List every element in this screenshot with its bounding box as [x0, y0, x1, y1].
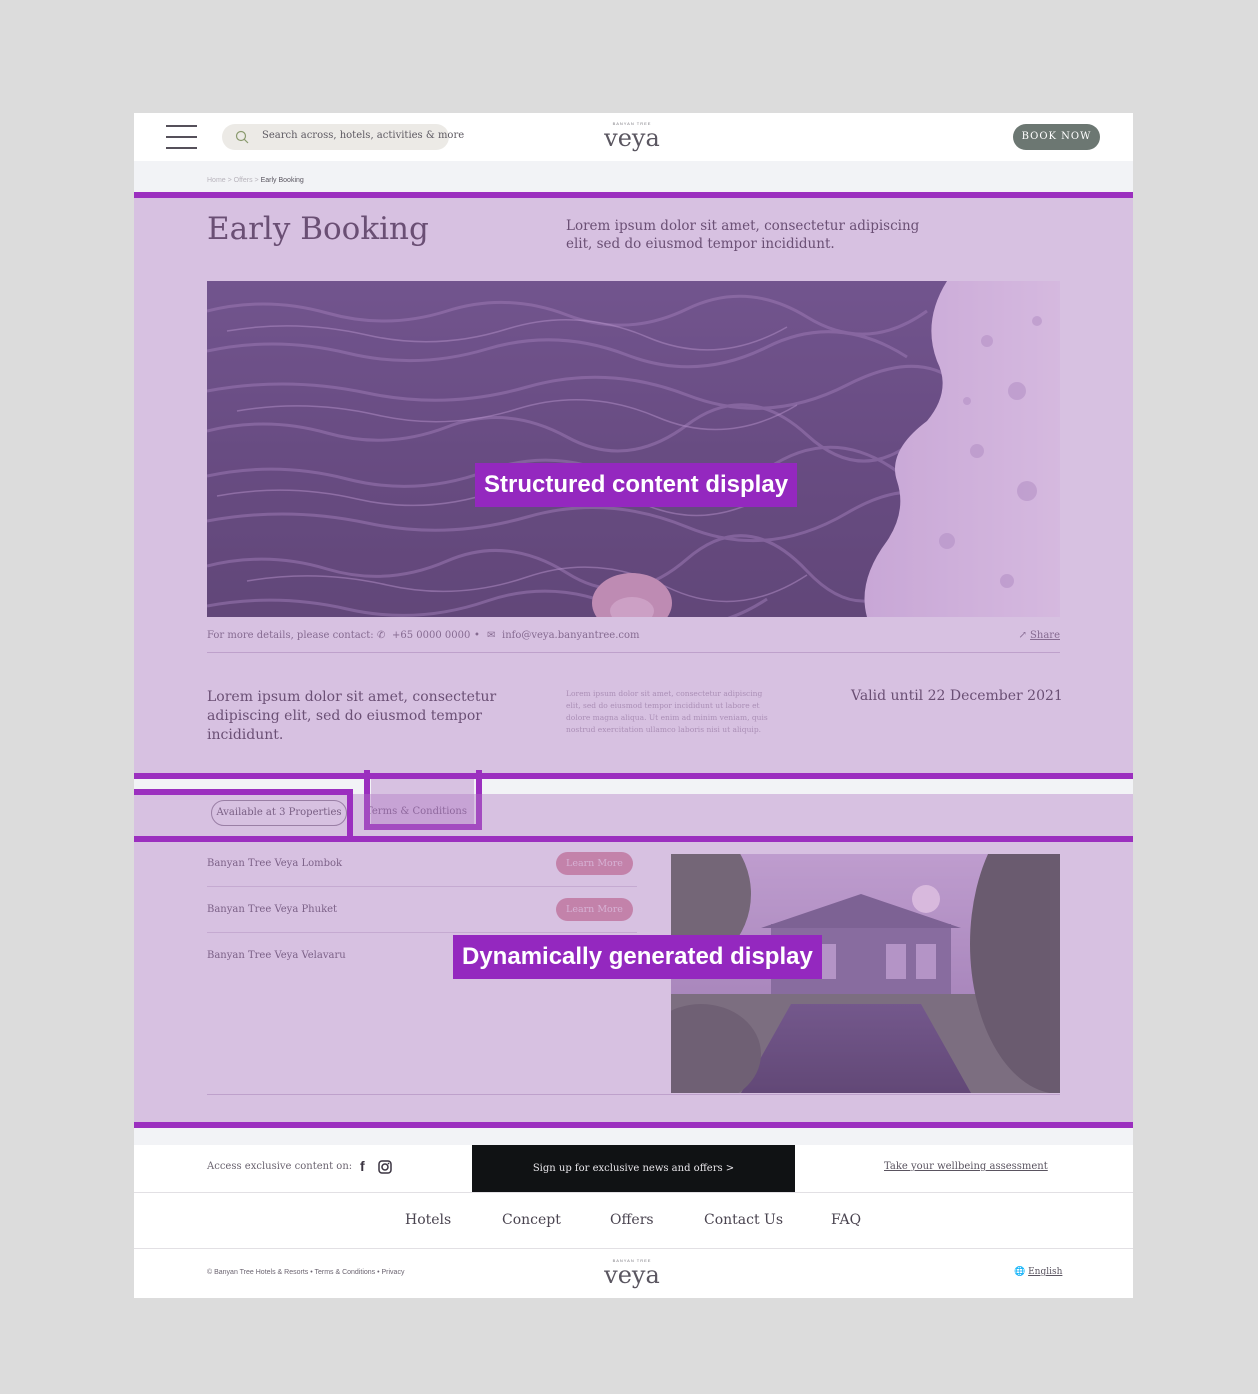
search-bar[interactable]: Search across, hotels, activities & more — [222, 124, 464, 150]
learn-more-button[interactable]: Learn More — [556, 852, 633, 875]
footer-logo[interactable]: BANYAN TREE veya — [602, 1258, 662, 1287]
phone-icon: ✆ — [377, 630, 386, 641]
footer-logo-text: veya — [604, 1261, 660, 1289]
footer-bottom: © Banyan Tree Hotels & Resorts • Terms &… — [134, 1249, 1133, 1298]
share-label: Share — [1030, 630, 1060, 641]
newsletter-text: Sign up for exclusive news and offers > — [532, 1163, 735, 1174]
book-now-button[interactable]: BOOK NOW — [1013, 124, 1100, 150]
breadcrumb-home[interactable]: Home — [207, 177, 226, 184]
contact-row: For more details, please contact: ✆ +65 … — [207, 627, 1060, 653]
detail-body: Lorem ipsum dolor sit amet, consectetur … — [566, 689, 768, 734]
learn-more-button[interactable]: Learn More — [556, 898, 633, 921]
footer-nav-faq[interactable]: FAQ — [831, 1212, 861, 1228]
breadcrumb-separator: > — [252, 177, 261, 184]
footer-nav-concept[interactable]: Concept — [502, 1212, 561, 1228]
newsletter-signup-banner[interactable]: Sign up for exclusive news and offers > — [472, 1145, 795, 1192]
footer-nav-offers[interactable]: Offers — [610, 1212, 654, 1228]
search-icon — [235, 130, 249, 144]
share-icon: ↗ — [1018, 630, 1027, 641]
breadcrumb-separator: > — [225, 177, 234, 184]
detail-heading: Lorem ipsum dolor sit amet, consectetur … — [207, 689, 497, 743]
contact-label: For more details, please contact: — [207, 630, 374, 641]
tab-properties[interactable]: Available at 3 Properties — [211, 800, 347, 826]
breadcrumb-current: Early Booking — [260, 177, 304, 184]
tab-terms[interactable]: Terms & Conditions — [366, 800, 476, 826]
hamburger-menu-icon[interactable] — [166, 125, 197, 149]
share-button[interactable]: ↗ Share — [1018, 630, 1060, 641]
header: Search across, hotels, activities & more… — [134, 113, 1133, 161]
facebook-icon[interactable]: f — [360, 1158, 365, 1174]
social-label: Access exclusive content on: — [207, 1161, 353, 1172]
dynamic-region-border — [347, 789, 353, 842]
search-placeholder: Search across, hotels, activities & more — [262, 130, 465, 141]
page-title: Early Booking — [207, 211, 429, 247]
property-name: Banyan Tree Veya Phuket — [207, 904, 338, 915]
footer-bar: Access exclusive content on: f Sign up f… — [134, 1145, 1133, 1193]
divider — [207, 1094, 1060, 1095]
footer-nav-contact[interactable]: Contact Us — [704, 1212, 783, 1228]
offer-intro: Lorem ipsum dolor sit amet, consectetur … — [566, 218, 920, 252]
list-item: Banyan Tree Veya Phuket Learn More — [207, 886, 637, 932]
language-selector[interactable]: 🌐 English — [1014, 1267, 1062, 1277]
hero-image — [207, 281, 1060, 617]
mail-icon: ✉ — [487, 630, 496, 641]
logo-text: veya — [604, 124, 660, 152]
breadcrumb: Home > Offers > Early Booking — [207, 177, 304, 184]
contact-separator: • — [474, 630, 480, 641]
contact-email[interactable]: info@veya.banyantree.com — [502, 630, 640, 641]
breadcrumb-offers[interactable]: Offers — [234, 177, 253, 184]
footer-nav: Hotels Concept Offers Contact Us FAQ — [134, 1193, 1133, 1249]
logo[interactable]: BANYAN TREE veya — [602, 121, 662, 150]
page: Search across, hotels, activities & more… — [134, 113, 1133, 1298]
copyright: © Banyan Tree Hotels & Resorts • Terms &… — [207, 1269, 405, 1276]
wellbeing-assessment-link[interactable]: Take your wellbeing assessment — [884, 1161, 1048, 1172]
property-name: Banyan Tree Veya Lombok — [207, 858, 343, 869]
language-label: English — [1028, 1267, 1063, 1277]
valid-until: Valid until 22 December 2021 — [851, 688, 1063, 704]
contact-phone[interactable]: +65 0000 0000 — [392, 630, 470, 641]
footer-nav-hotels[interactable]: Hotels — [405, 1212, 451, 1228]
instagram-icon[interactable] — [378, 1160, 392, 1174]
property-name: Banyan Tree Veya Velavaru — [207, 950, 346, 961]
dynamic-content-label: Dynamically generated display — [453, 935, 822, 979]
globe-icon: 🌐 — [1014, 1267, 1026, 1277]
structured-content-label: Structured content display — [475, 463, 798, 507]
list-item: Banyan Tree Veya Lombok Learn More — [207, 840, 637, 886]
